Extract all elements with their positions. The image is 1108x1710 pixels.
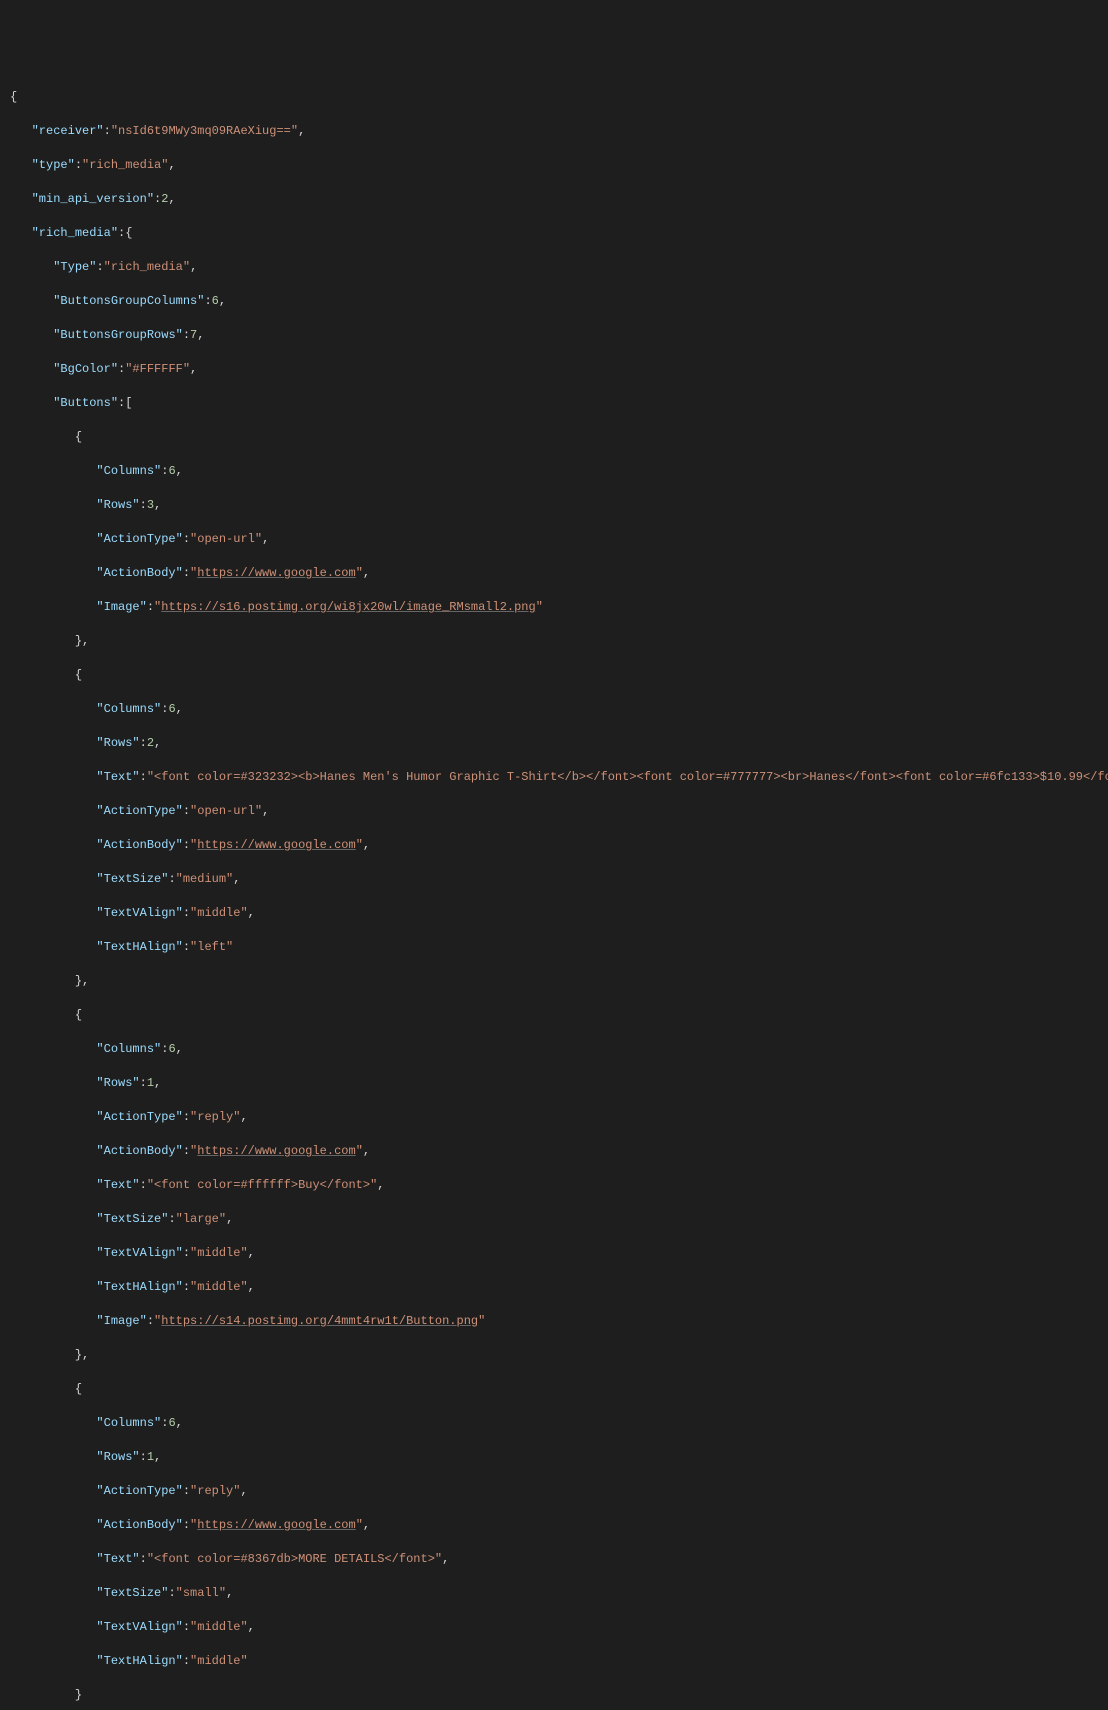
line: "BgColor":"#FFFFFF", <box>10 361 1108 378</box>
line: "ActionType":"open-url", <box>10 803 1108 820</box>
line: "Columns":6, <box>10 1415 1108 1432</box>
line: "ActionType":"open-url", <box>10 531 1108 548</box>
line: "ActionBody":"https://www.google.com", <box>10 1517 1108 1534</box>
code-block: { "receiver":"nsId6t9MWy3mq09RAeXiug==",… <box>0 68 1108 1710</box>
line: "ButtonsGroupColumns":6, <box>10 293 1108 310</box>
line: "TextSize":"large", <box>10 1211 1108 1228</box>
image-url[interactable]: https://s16.postimg.org/wi8jx20wl/image_… <box>161 600 535 614</box>
line: "Text":"<font color=#ffffff>Buy</font>", <box>10 1177 1108 1194</box>
image-url[interactable]: https://s14.postimg.org/4mmt4rw1t/Button… <box>161 1314 478 1328</box>
line: "TextVAlign":"middle", <box>10 905 1108 922</box>
action-body-url[interactable]: https://www.google.com <box>197 1518 355 1532</box>
action-body-url[interactable]: https://www.google.com <box>197 566 355 580</box>
line: "Rows":1, <box>10 1075 1108 1092</box>
line: "Type":"rich_media", <box>10 259 1108 276</box>
line: { <box>10 429 1108 446</box>
line: "ActionType":"reply", <box>10 1483 1108 1500</box>
line: }, <box>10 973 1108 990</box>
line: "rich_media":{ <box>10 225 1108 242</box>
line: "Text":"<font color=#323232><b>Hanes Men… <box>10 769 1108 786</box>
line: "Columns":6, <box>10 463 1108 480</box>
line: { <box>10 89 1108 106</box>
line: { <box>10 1007 1108 1024</box>
line: "ButtonsGroupRows":7, <box>10 327 1108 344</box>
line: { <box>10 1381 1108 1398</box>
line: }, <box>10 633 1108 650</box>
action-body-url[interactable]: https://www.google.com <box>197 1144 355 1158</box>
line: "Rows":2, <box>10 735 1108 752</box>
line: "Image":"https://s14.postimg.org/4mmt4rw… <box>10 1313 1108 1330</box>
line: "TextSize":"medium", <box>10 871 1108 888</box>
line: "TextHAlign":"middle" <box>10 1653 1108 1670</box>
line: "Columns":6, <box>10 1041 1108 1058</box>
line: "Image":"https://s16.postimg.org/wi8jx20… <box>10 599 1108 616</box>
line: "ActionBody":"https://www.google.com", <box>10 837 1108 854</box>
line: "ActionBody":"https://www.google.com", <box>10 1143 1108 1160</box>
line: "Columns":6, <box>10 701 1108 718</box>
action-body-url[interactable]: https://www.google.com <box>197 838 355 852</box>
line: "TextVAlign":"middle", <box>10 1245 1108 1262</box>
line: "Buttons":[ <box>10 395 1108 412</box>
line: "min_api_version":2, <box>10 191 1108 208</box>
line: "TextVAlign":"middle", <box>10 1619 1108 1636</box>
line: "Text":"<font color=#8367db>MORE DETAILS… <box>10 1551 1108 1568</box>
line: "ActionBody":"https://www.google.com", <box>10 565 1108 582</box>
line: "Rows":1, <box>10 1449 1108 1466</box>
line: "receiver":"nsId6t9MWy3mq09RAeXiug==", <box>10 123 1108 140</box>
line: "Rows":3, <box>10 497 1108 514</box>
line: } <box>10 1687 1108 1704</box>
line: "TextSize":"small", <box>10 1585 1108 1602</box>
line: "TextHAlign":"middle", <box>10 1279 1108 1296</box>
line: "TextHAlign":"left" <box>10 939 1108 956</box>
line: { <box>10 667 1108 684</box>
line: "type":"rich_media", <box>10 157 1108 174</box>
line: }, <box>10 1347 1108 1364</box>
line: "ActionType":"reply", <box>10 1109 1108 1126</box>
